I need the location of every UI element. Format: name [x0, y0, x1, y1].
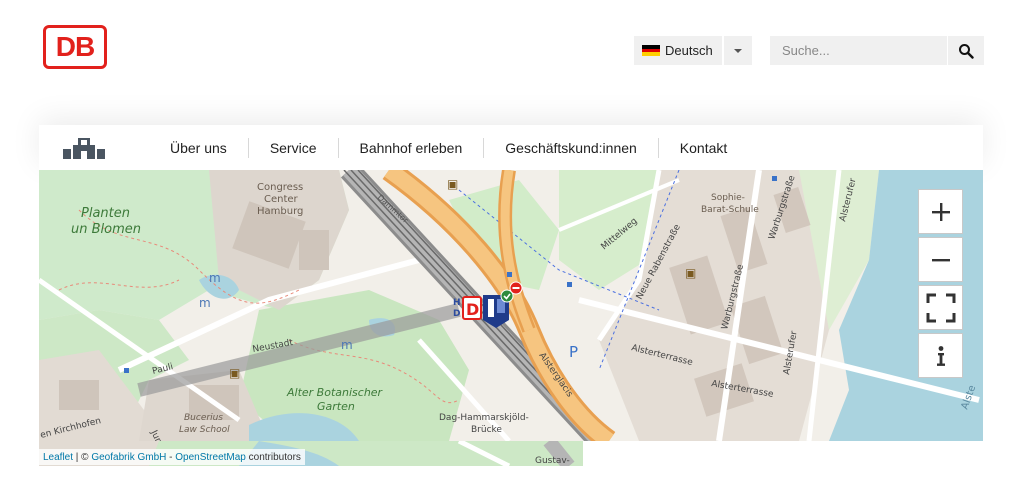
- label-barat-schule: Barat-Schule: [701, 205, 759, 215]
- minus-icon: [931, 258, 950, 261]
- caret-down-icon: [734, 48, 742, 53]
- search-box: [770, 36, 984, 65]
- station-map[interactable]: ▣ ▣ ▣ m m m Congress Center Hamburg Plan…: [39, 170, 983, 441]
- label-congress: Congress: [257, 182, 303, 193]
- label-un-blomen: un Blomen: [71, 222, 141, 237]
- info-button[interactable]: [918, 333, 963, 378]
- label-bruecke: Brücke: [471, 425, 502, 435]
- search-icon: [959, 43, 974, 59]
- nav-item-ueber-uns[interactable]: Über uns: [149, 138, 248, 158]
- german-flag-icon: [642, 45, 660, 57]
- zoom-out-button[interactable]: [918, 237, 963, 282]
- search-input[interactable]: [770, 36, 947, 65]
- plus-icon: [931, 202, 950, 221]
- fullscreen-icon: [926, 293, 955, 322]
- parking-icon: P: [569, 343, 578, 361]
- label-bucerius: Bucerius: [184, 413, 223, 423]
- attribution-contributors: contributors: [245, 451, 301, 463]
- label-planten: Planten: [81, 206, 130, 221]
- attribution-dash: -: [166, 451, 176, 463]
- geofabrik-link[interactable]: Geofabrik GmbH: [91, 452, 166, 463]
- openstreetmap-link[interactable]: OpenStreetMap: [175, 452, 246, 463]
- nav-item-geschaeftskunden[interactable]: Geschäftskund:innen: [483, 137, 658, 158]
- language-dropdown-toggle[interactable]: [724, 36, 752, 65]
- language-selector[interactable]: Deutsch: [634, 36, 752, 65]
- nav-item-kontakt[interactable]: Kontakt: [657, 137, 748, 158]
- language-label: Deutsch: [665, 43, 713, 58]
- fullscreen-button[interactable]: [918, 285, 963, 330]
- station-home-link[interactable]: [39, 125, 149, 170]
- page: DB Deutsch Suche... Über uns Service Bah…: [0, 0, 1024, 497]
- svg-text:m: m: [209, 271, 221, 285]
- nav-item-bahnhof-erleben[interactable]: Bahnhof erleben: [337, 137, 484, 158]
- svg-text:▣: ▣: [447, 177, 458, 191]
- label-congress-3: Hamburg: [257, 206, 303, 217]
- station-building-icon: [63, 137, 105, 159]
- leaflet-link[interactable]: Leaflet: [43, 452, 73, 463]
- label-sophie: Sophie-: [711, 193, 745, 203]
- label-gustav: Gustav-: [535, 456, 570, 466]
- label-garten: Garten: [317, 400, 355, 413]
- label-alter-botanischer: Alter Botanischer: [286, 386, 384, 399]
- language-button[interactable]: Deutsch: [634, 36, 722, 65]
- db-logo-text: DB: [55, 31, 95, 62]
- station-d-label: D: [453, 309, 460, 319]
- main-navigation: Über uns Service Bahnhof erleben Geschäf…: [39, 125, 983, 170]
- map-attribution: Leaflet | © Geofabrik GmbH - OpenStreetM…: [39, 449, 305, 465]
- svg-text:▣: ▣: [229, 366, 240, 380]
- label-law-school: Law School: [179, 425, 230, 435]
- label-dag-hammarskjold: Dag-Hammarskjöld-: [439, 413, 529, 423]
- svg-text:m: m: [199, 296, 211, 310]
- attribution-sep: | ©: [73, 451, 92, 463]
- svg-text:▣: ▣: [685, 266, 696, 280]
- svg-text:m: m: [341, 338, 353, 352]
- station-h-label: H: [453, 298, 461, 308]
- label-congress-2: Center: [264, 194, 299, 205]
- station-db-icon: D: [466, 300, 479, 319]
- nav-item-service[interactable]: Service: [247, 137, 338, 158]
- zoom-in-button[interactable]: [918, 189, 963, 234]
- db-logo[interactable]: DB: [43, 25, 107, 69]
- info-icon: [936, 345, 945, 366]
- search-button[interactable]: [948, 36, 984, 65]
- map-tiles: ▣ ▣ ▣ m m m Congress Center Hamburg Plan…: [39, 170, 983, 441]
